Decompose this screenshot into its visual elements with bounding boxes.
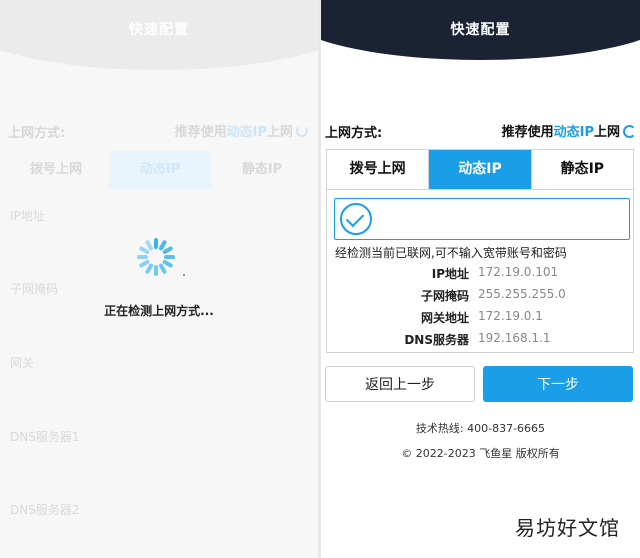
right-header-title: 快速配置 bbox=[450, 22, 511, 38]
right-panel-result: 快速配置 上网方式: 推荐使用动态IP上网 拨号上网 动态IP 静态IP 经检测… bbox=[321, 0, 640, 558]
info-value: 172.19.0.1 bbox=[478, 309, 543, 323]
info-label: 子网掩码 bbox=[420, 289, 469, 303]
mode-label: 上网方式: bbox=[325, 126, 383, 141]
left-recommend-accent: 动态IP bbox=[226, 125, 267, 140]
recommend-suffix: 上网 bbox=[593, 125, 620, 140]
info-row-gateway: 网关地址 172.19.0.1 bbox=[327, 309, 633, 329]
left-refresh-icon bbox=[296, 125, 308, 137]
recommend-prefix: 推荐使用 bbox=[501, 125, 554, 140]
left-header-title: 快速配置 bbox=[129, 22, 189, 38]
left-recommend-text: 推荐使用动态IP上网 bbox=[175, 121, 308, 140]
check-circle-icon bbox=[340, 203, 372, 235]
loading-text: 正在检测上网方式... bbox=[104, 304, 214, 318]
support-hotline: 技术热线: 400-837-6665 bbox=[415, 422, 546, 435]
left-tab-dynamic-ip[interactable]: 动态IP bbox=[109, 151, 211, 189]
info-value: 192.168.1.1 bbox=[478, 331, 551, 345]
left-recommend-prefix: 推荐使用 bbox=[174, 125, 227, 140]
left-panel-detecting: 快速配置 上网方式: 推荐使用动态IP上网 拨号上网 动态IP 静态IP IP地… bbox=[0, 0, 318, 558]
status-bar bbox=[334, 198, 630, 240]
recommend-accent: 动态IP bbox=[553, 125, 594, 140]
info-value: 255.255.255.0 bbox=[478, 287, 566, 301]
info-label: DNS服务器 bbox=[404, 333, 469, 347]
left-tab-pppoe[interactable]: 拨号上网 bbox=[5, 151, 107, 189]
left-tab-static-ip[interactable]: 静态IP bbox=[211, 151, 313, 189]
info-label: 网关地址 bbox=[420, 311, 469, 325]
copyright-text: © 2022-2023 飞鱼星 版权所有 bbox=[401, 447, 560, 460]
recommend-text: 推荐使用动态IP上网 bbox=[502, 121, 636, 140]
tab-pppoe[interactable]: 拨号上网 bbox=[327, 150, 430, 189]
left-field-subnet: 子网掩码 bbox=[10, 282, 59, 296]
info-row-dns: DNS服务器 192.168.1.1 bbox=[327, 331, 633, 351]
next-button[interactable]: 下一步 bbox=[483, 366, 633, 402]
info-row-subnet: 子网掩码 255.255.255.0 bbox=[327, 287, 633, 307]
back-button[interactable]: 返回上一步 bbox=[325, 366, 475, 402]
connected-notice: 经检测当前已联网,可不输入宽带账号和密码 bbox=[335, 246, 567, 260]
info-label: IP地址 bbox=[431, 267, 469, 281]
left-mode-label: 上网方式: bbox=[8, 126, 66, 141]
refresh-icon[interactable] bbox=[623, 125, 636, 138]
left-recommend-suffix: 上网 bbox=[266, 125, 293, 140]
left-field-dns1: DNS服务器1 bbox=[10, 430, 80, 444]
left-field-gateway: 网关 bbox=[10, 356, 35, 370]
info-row-ip: IP地址 172.19.0.101 bbox=[327, 265, 633, 285]
spinner-dot bbox=[183, 274, 185, 276]
left-field-dns2: DNS服务器2 bbox=[10, 503, 80, 517]
connection-type-tabs: 拨号上网 动态IP 静态IP bbox=[326, 149, 634, 190]
watermark: 易坊好文馆 bbox=[515, 516, 620, 540]
info-value: 172.19.0.101 bbox=[478, 265, 559, 279]
network-info-box: 经检测当前已联网,可不输入宽带账号和密码 IP地址 172.19.0.101 子… bbox=[326, 190, 634, 353]
tab-dynamic-ip[interactable]: 动态IP bbox=[429, 150, 532, 189]
loading-spinner-icon bbox=[137, 238, 175, 276]
left-field-ip: IP地址 bbox=[10, 209, 45, 223]
tab-static-ip[interactable]: 静态IP bbox=[532, 150, 633, 189]
